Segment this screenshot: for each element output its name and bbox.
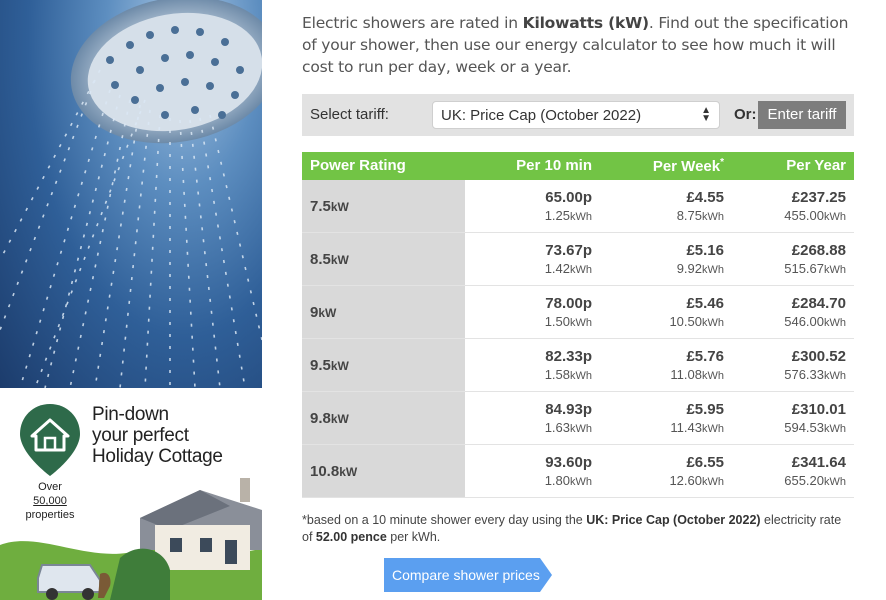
power-rating-cell: 9.5kW — [302, 339, 465, 391]
per-10-min-cell: 82.33p 1.58kWh — [544, 348, 592, 382]
table-row: 9.8kW 84.93p 1.63kWh £5.95 11.43kWh £310.01 59… — [302, 392, 854, 445]
power-rating-cell: 10.8kW — [302, 445, 465, 497]
per-week-cell: £5.46 10.50kWh — [669, 295, 724, 329]
per-year-cell: £341.64 655.20kWh — [784, 454, 846, 488]
cottage-illustration — [0, 478, 262, 600]
tariff-selected-value: UK: Price Cap (October 2022) — [441, 107, 642, 124]
per-10-min-cell: 78.00p 1.50kWh — [544, 295, 592, 329]
arrow-right-icon — [540, 558, 552, 592]
map-pin-icon — [20, 404, 80, 476]
per-10-min-cell: 93.60p 1.80kWh — [544, 454, 592, 488]
intro-text: Electric showers are rated in Kilowatts … — [302, 14, 849, 76]
per-year-cell: £237.25 455.00kWh — [784, 189, 846, 223]
power-rating-cell: 9kW — [302, 286, 465, 338]
power-rating-cell: 8.5kW — [302, 233, 465, 285]
table-row: 10.8kW 93.60p 1.80kWh £6.55 12.60kWh £341.64 6… — [302, 445, 854, 498]
left-column: Pin-down your perfect Holiday Cottage Ov… — [0, 0, 262, 600]
tariff-select[interactable]: UK: Price Cap (October 2022) ▲ ▼ — [432, 101, 720, 129]
per-year-cell: £310.01 594.53kWh — [784, 401, 846, 435]
power-rating-cell: 9.8kW — [302, 392, 465, 444]
table-row: 7.5kW 65.00p 1.25kWh £4.55 8.75kWh £237.25 455… — [302, 180, 854, 233]
header-per-year: Per Year — [786, 157, 846, 174]
table-row: 9kW 78.00p 1.50kWh £5.46 10.50kWh £284.70 546.… — [302, 286, 854, 339]
holiday-cottage-ad[interactable]: Pin-down your perfect Holiday Cottage Ov… — [0, 388, 262, 600]
tariff-label: Select tariff: — [310, 106, 389, 123]
shower-cost-table: Power Rating Per 10 min Per Week* Per Ye… — [302, 152, 854, 498]
footnote: *based on a 10 minute shower every day u… — [302, 513, 842, 544]
per-10-min-cell: 65.00p 1.25kWh — [544, 189, 592, 223]
select-arrows-icon: ▲ ▼ — [701, 105, 711, 124]
per-week-cell: £6.55 12.60kWh — [669, 454, 724, 488]
header-power-rating: Power Rating — [310, 157, 406, 174]
per-week-cell: £4.55 8.75kWh — [676, 189, 724, 223]
header-per-week: Per Week* — [652, 157, 724, 175]
shower-head-image — [0, 0, 262, 388]
ad-headline: Pin-down your perfect Holiday Cottage — [92, 404, 223, 467]
header-per-10-min: Per 10 min — [516, 157, 592, 174]
table-row: 8.5kW 73.67p 1.42kWh £5.16 9.92kWh £268.88 515… — [302, 233, 854, 286]
per-10-min-cell: 84.93p 1.63kWh — [544, 401, 592, 435]
table-body: 7.5kW 65.00p 1.25kWh £4.55 8.75kWh £237.25 455… — [302, 180, 854, 498]
tariff-bar: Select tariff: UK: Price Cap (October 20… — [302, 94, 854, 136]
per-year-cell: £300.52 576.33kWh — [784, 348, 846, 382]
or-label: Or: — [734, 106, 757, 123]
per-year-cell: £284.70 546.00kWh — [784, 295, 846, 329]
per-week-cell: £5.16 9.92kWh — [676, 242, 724, 276]
per-week-cell: £5.95 11.43kWh — [670, 401, 724, 435]
power-rating-cell: 7.5kW — [302, 180, 465, 232]
table-row: 9.5kW 82.33p 1.58kWh £5.76 11.08kWh £300.52 57… — [302, 339, 854, 392]
compare-shower-prices-button[interactable]: Compare shower prices — [384, 558, 540, 592]
per-week-cell: £5.76 11.08kWh — [670, 348, 724, 382]
per-year-cell: £268.88 515.67kWh — [784, 242, 846, 276]
table-header: Power Rating Per 10 min Per Week* Per Ye… — [302, 152, 854, 180]
enter-tariff-button[interactable]: Enter tariff — [758, 101, 846, 129]
per-10-min-cell: 73.67p 1.42kWh — [544, 242, 592, 276]
